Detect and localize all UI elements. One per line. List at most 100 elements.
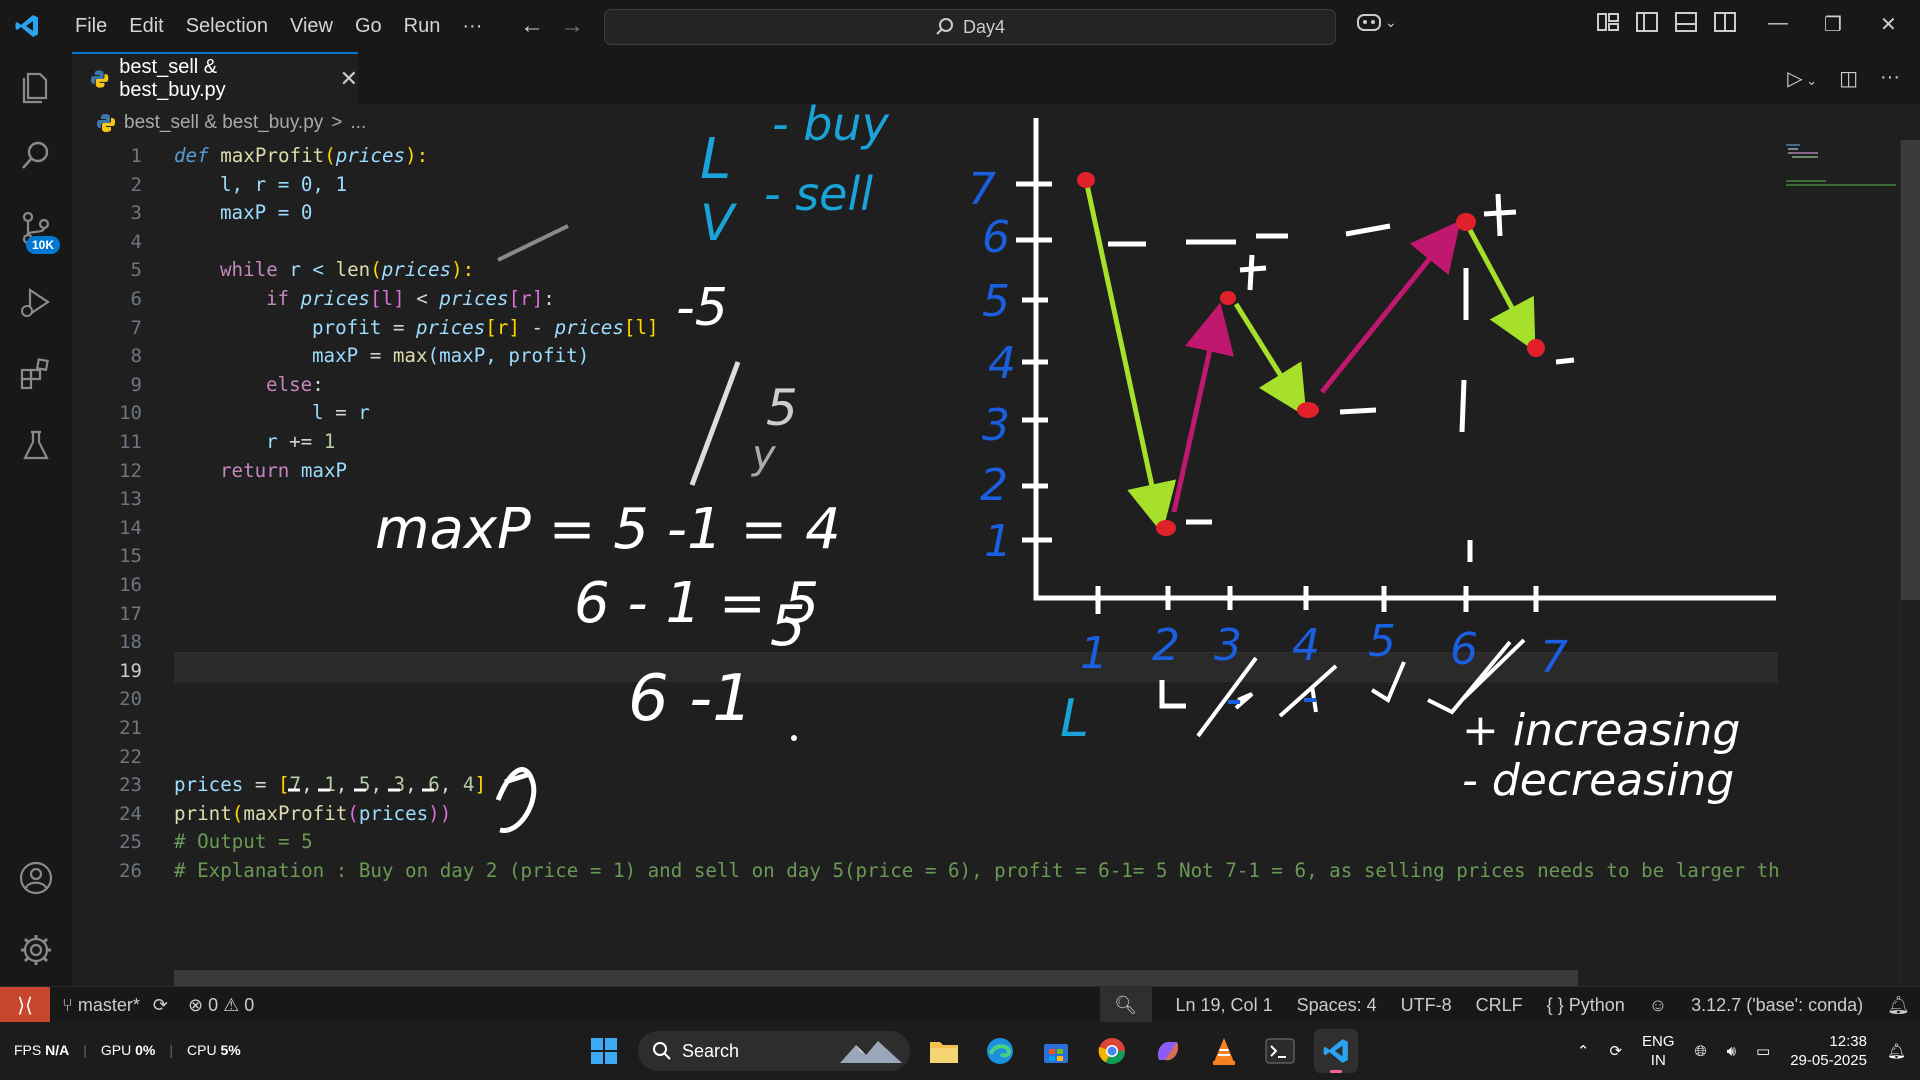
file-explorer-app[interactable]: [922, 1029, 966, 1073]
breadcrumb-separator: >: [331, 112, 343, 133]
close-window-icon[interactable]: ✕: [1880, 12, 1897, 37]
breadcrumb-file[interactable]: best_sell & best_buy.py: [124, 112, 323, 134]
problems-item[interactable]: ⊗ 0 ⚠ 0: [188, 995, 254, 1016]
minimap-preview: [1786, 144, 1896, 186]
back-arrow-icon[interactable]: ←: [520, 12, 544, 40]
menu-go[interactable]: Go: [344, 0, 393, 52]
notification-center-icon[interactable]: 🔔︎: [1887, 1042, 1906, 1060]
menu-run[interactable]: Run: [393, 0, 452, 52]
store-app[interactable]: [1034, 1029, 1078, 1073]
taskbar-search[interactable]: Search: [638, 1031, 910, 1071]
input-language[interactable]: ENG IN: [1642, 1032, 1675, 1070]
copilot-app-icon: [1157, 1041, 1179, 1061]
copilot-status-icon[interactable]: ☺: [1649, 995, 1667, 1016]
line-number: 20: [119, 688, 142, 711]
run-debug-icon[interactable]: [18, 284, 54, 320]
current-line-highlight: [174, 652, 1850, 682]
code-line: profit = prices[r] - prices[l]: [312, 315, 659, 339]
git-branch-name: master*: [77, 994, 140, 1015]
run-python-file-icon[interactable]: ▷ ⌄: [1787, 66, 1817, 91]
gpu-label: GPU: [100, 1042, 132, 1058]
zoom-icon[interactable]: 🔍︎: [1099, 987, 1152, 1023]
command-center-search[interactable]: Day4: [604, 9, 1336, 45]
vlc-app[interactable]: [1202, 1029, 1246, 1073]
nav-arrows: ← →: [520, 12, 584, 40]
restore-icon[interactable]: ❐: [1824, 12, 1842, 37]
line-number: 21: [119, 717, 142, 739]
language-mode[interactable]: { } Python: [1547, 995, 1625, 1016]
end-of-line[interactable]: CRLF: [1476, 995, 1523, 1016]
search-view-icon[interactable]: [18, 138, 54, 174]
lang-region: IN: [1650, 1052, 1666, 1069]
split-editor-icon[interactable]: ◫: [1839, 66, 1858, 91]
menu-more[interactable]: ···: [451, 0, 493, 52]
minimize-icon[interactable]: —: [1768, 12, 1788, 35]
python-interpreter[interactable]: 3.12.7 ('base': conda): [1691, 995, 1863, 1016]
more-actions-icon[interactable]: ···: [1880, 66, 1900, 91]
vertical-scrollbar[interactable]: [1900, 140, 1920, 986]
horizontal-scrollbar[interactable]: [174, 970, 1578, 986]
testing-icon[interactable]: [18, 428, 54, 464]
line-number: 3: [130, 202, 142, 225]
code-line: prices = [7, 1, 5, 3, 6, 4]: [174, 773, 487, 797]
toggle-secondary-sidebar-icon[interactable]: [1713, 10, 1737, 34]
copilot-app[interactable]: [1146, 1029, 1190, 1073]
lang-code: ENG: [1642, 1033, 1675, 1050]
line-number: 4: [130, 230, 142, 253]
clock-date: 29-05-2025: [1790, 1052, 1867, 1069]
menu-selection[interactable]: Selection: [175, 0, 279, 52]
remote-indicator-icon[interactable]: ⟩⟨: [0, 987, 50, 1023]
cursor-position[interactable]: Ln 19, Col 1: [1176, 995, 1273, 1016]
account-icon[interactable]: [18, 860, 54, 896]
notifications-bell-icon[interactable]: 🔔︎: [1887, 995, 1910, 1016]
clock[interactable]: 12:38 29-05-2025: [1790, 1032, 1867, 1070]
cpu-value: 5%: [220, 1042, 241, 1058]
vscode-app[interactable]: [1314, 1029, 1358, 1073]
explorer-icon[interactable]: [18, 68, 54, 104]
volume-icon[interactable]: 🔊︎: [1727, 1043, 1736, 1060]
code-line: while r < len(prices):: [220, 258, 475, 282]
edge-app[interactable]: [978, 1029, 1022, 1073]
tab-close-icon[interactable]: ✕: [340, 66, 358, 92]
line-number: 18: [119, 631, 142, 654]
indentation[interactable]: Spaces: 4: [1297, 995, 1377, 1016]
code-line: l = r: [312, 401, 370, 425]
toggle-panel-icon[interactable]: [1674, 10, 1698, 34]
git-branch-item[interactable]: ⑂ master* ⟳: [62, 995, 168, 1016]
battery-icon[interactable]: ▭: [1756, 1042, 1770, 1060]
extensions-icon[interactable]: [18, 356, 54, 392]
menu-file[interactable]: File: [64, 0, 118, 52]
file-encoding[interactable]: UTF-8: [1401, 995, 1452, 1016]
forward-arrow-icon[interactable]: →: [560, 12, 584, 40]
chrome-app[interactable]: [1090, 1029, 1134, 1073]
breadcrumb-more[interactable]: ...: [350, 112, 366, 134]
sync-status-icon[interactable]: ⟳: [1609, 1042, 1622, 1060]
performance-overlay: FPS N/A | GPU 0% | CPU 5%: [14, 1042, 241, 1058]
status-left: ⑂ master* ⟳ ⊗ 0 ⚠ 0: [62, 987, 254, 1023]
start-button[interactable]: [582, 1029, 626, 1073]
menu-view[interactable]: View: [279, 0, 344, 52]
vscode-app-icon: [1323, 1039, 1348, 1063]
tab-label: best_sell & best_buy.py: [119, 56, 226, 101]
line-number: 6: [130, 288, 142, 310]
code-comment: # Output = 5: [174, 830, 313, 854]
title-bar: File Edit Selection View Go Run ··· ← → …: [0, 0, 1920, 52]
activity-bar: 10K: [0, 52, 72, 986]
scrollbar-thumb[interactable]: [1901, 140, 1920, 600]
copilot-menu[interactable]: ⌄: [1355, 10, 1397, 34]
show-hidden-icons-chevron-icon[interactable]: ⌃: [1577, 1042, 1590, 1060]
network-icon[interactable]: 🌐︎: [1695, 1043, 1707, 1060]
customize-layout-icon[interactable]: [1596, 10, 1620, 34]
toggle-primary-sidebar-icon[interactable]: [1635, 10, 1659, 34]
minimap[interactable]: [1778, 140, 1900, 986]
vscode-logo-icon: [15, 15, 38, 37]
menu-edit[interactable]: Edit: [118, 0, 174, 52]
terminal-app[interactable]: [1258, 1029, 1302, 1073]
tab-bar: best_sell & best_buy.py ✕ ▷ ⌄ ◫ ···: [72, 52, 1920, 104]
tab-best-sell-best-buy[interactable]: best_sell & best_buy.py ✕: [72, 52, 358, 104]
line-number: 2: [130, 173, 142, 196]
line-number: 25: [119, 831, 142, 854]
windows-logo-icon: [591, 1038, 617, 1064]
code-editor[interactable]: 1 2 3 4 5 6 7 8 9 10 11 12 13 14 15 16 1…: [72, 140, 1920, 986]
settings-gear-icon[interactable]: [18, 932, 54, 968]
